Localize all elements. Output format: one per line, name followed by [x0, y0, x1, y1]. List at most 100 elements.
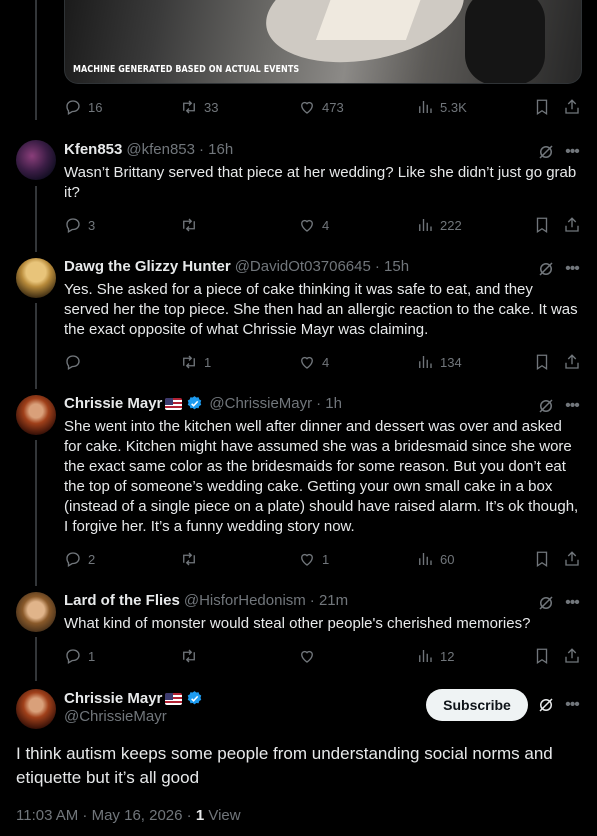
action-bar: 2 1 60 — [64, 548, 582, 570]
tweet-timestamp[interactable]: 11:03 AM · May 16, 2026 · — [16, 807, 196, 824]
thread-line — [35, 440, 37, 586]
tweet-media-image[interactable]: MACHINE GENERATED BASED ON ACTUAL EVENTS — [64, 0, 582, 84]
bookmark-button[interactable] — [533, 548, 551, 570]
share-button[interactable] — [563, 96, 581, 118]
tweet-time[interactable]: · 21m — [310, 592, 348, 609]
retweet-button[interactable] — [180, 214, 204, 236]
bookmark-icon — [536, 99, 548, 116]
action-bar: 3 4 222 — [64, 214, 582, 236]
tweet-time[interactable]: · 15h — [375, 258, 409, 275]
views-button[interactable]: 134 — [416, 351, 462, 373]
bookmark-button[interactable] — [533, 96, 551, 118]
avatar[interactable] — [16, 395, 56, 435]
grok-icon[interactable] — [537, 594, 555, 612]
reply-icon — [66, 552, 80, 567]
retweet-button[interactable] — [180, 645, 204, 667]
like-button[interactable]: 473 — [298, 96, 344, 118]
like-button[interactable]: 1 — [298, 548, 329, 570]
display-name[interactable]: Lard of the Flies — [64, 592, 180, 609]
reply-button[interactable]: 16 — [64, 96, 102, 118]
views-icon — [419, 101, 432, 113]
tweet-text: Yes. She asked for a piece of cake think… — [64, 281, 578, 338]
grok-icon[interactable] — [537, 397, 555, 415]
reply-icon — [66, 649, 80, 664]
glove-graphic — [465, 0, 545, 83]
view-count: 5.3K — [440, 99, 467, 115]
tweet-header: Lard of the Flies @HisforHedonism · 21m — [64, 592, 348, 609]
tweet-meta: 11:03 AM · May 16, 2026 · 1 View — [16, 807, 241, 824]
retweet-button[interactable]: 1 — [180, 351, 211, 373]
like-button[interactable]: 4 — [298, 351, 329, 373]
views-icon — [419, 553, 432, 565]
avatar[interactable] — [16, 689, 56, 729]
more-icon[interactable]: ••• — [563, 697, 581, 718]
reply-count: 2 — [88, 551, 96, 567]
views-button[interactable]: 5.3K — [416, 96, 467, 118]
views-icon — [419, 219, 432, 231]
subscribe-button[interactable]: Subscribe — [426, 689, 528, 721]
cake-graphic — [315, 0, 425, 40]
view-count: 12 — [440, 648, 455, 664]
bookmark-button[interactable] — [533, 645, 551, 667]
bookmark-icon — [536, 354, 548, 371]
like-button[interactable]: 4 — [298, 214, 329, 236]
bookmark-icon — [536, 217, 548, 234]
action-bar: 1 4 134 — [64, 351, 582, 373]
avatar[interactable] — [16, 140, 56, 180]
retweet-button[interactable] — [180, 548, 204, 570]
tweet-header: Kfen853 @kfen853 · 16h — [64, 141, 233, 158]
grok-icon[interactable] — [537, 696, 555, 714]
reply-count: 1 — [88, 648, 96, 664]
reply-button[interactable]: 3 — [64, 214, 95, 236]
avatar[interactable] — [16, 258, 56, 298]
views-button[interactable]: 222 — [416, 214, 462, 236]
reply-button[interactable]: 2 — [64, 548, 95, 570]
user-handle[interactable]: @ChrissieMayr — [64, 708, 203, 725]
share-icon — [565, 648, 579, 663]
share-button[interactable] — [563, 548, 581, 570]
main-tweet-text: I think autism keeps some people from un… — [16, 744, 553, 787]
retweet-button[interactable]: 33 — [180, 96, 218, 118]
grok-icon[interactable] — [537, 260, 555, 278]
bookmark-button[interactable] — [533, 214, 551, 236]
bookmark-button[interactable] — [533, 351, 551, 373]
user-handle[interactable]: @ChrissieMayr — [209, 395, 312, 412]
display-name[interactable]: Kfen853 — [64, 141, 122, 158]
user-handle[interactable]: @HisforHedonism — [184, 592, 306, 609]
reply-button[interactable]: 1 — [64, 645, 95, 667]
user-handle[interactable]: @DavidOt03706645 — [235, 258, 371, 275]
views-icon — [419, 356, 432, 368]
verified-icon — [188, 691, 202, 705]
share-button[interactable] — [563, 645, 581, 667]
share-icon — [565, 217, 579, 232]
view-count: 134 — [440, 354, 462, 370]
share-button[interactable] — [563, 214, 581, 236]
like-count: 4 — [322, 354, 330, 370]
grok-icon[interactable] — [537, 143, 555, 161]
views-button[interactable]: 12 — [416, 645, 454, 667]
display-name[interactable]: Chrissie Mayr — [64, 395, 162, 412]
reply-icon — [66, 100, 80, 115]
views-icon — [419, 650, 432, 662]
retweet-icon — [183, 649, 195, 663]
like-count: 473 — [322, 99, 344, 115]
tweet-text: She went into the kitchen well after din… — [64, 418, 579, 535]
reply-button[interactable] — [64, 351, 88, 373]
view-count: 60 — [440, 551, 455, 567]
view-count: 1 — [195, 807, 205, 824]
user-handle[interactable]: @kfen853 — [126, 141, 195, 158]
display-name[interactable]: Dawg the Glizzy Hunter — [64, 258, 231, 275]
like-button[interactable] — [298, 645, 322, 667]
tweet-time[interactable]: · 1h — [316, 395, 342, 412]
retweet-icon — [183, 100, 195, 114]
share-button[interactable] — [563, 351, 581, 373]
tweet-header: Dawg the Glizzy Hunter @DavidOt03706645 … — [64, 258, 409, 275]
tweet-time[interactable]: · 16h — [199, 141, 233, 158]
share-icon — [565, 99, 579, 114]
reply-count: 3 — [88, 217, 96, 233]
avatar[interactable] — [16, 592, 56, 632]
display-name[interactable]: Chrissie Mayr — [64, 690, 162, 707]
retweet-icon — [183, 355, 195, 369]
reply-icon — [66, 218, 80, 233]
views-button[interactable]: 60 — [416, 548, 454, 570]
